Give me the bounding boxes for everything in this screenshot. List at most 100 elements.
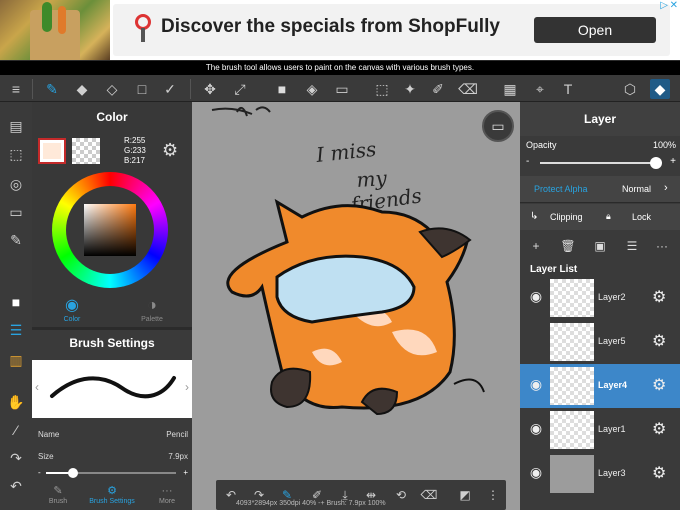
pages-icon[interactable]: ▤ <box>6 116 26 136</box>
tab-palette[interactable]: ◑ Palette <box>112 292 192 327</box>
layer-row[interactable]: ◉ Layer2 ⚙ <box>520 276 680 320</box>
bucket-tool-icon[interactable]: ◈ <box>302 79 322 99</box>
color-panel: Color R:255 G:233 B:217 ⚙ ◉ Color ◑ Pale… <box>32 102 192 327</box>
rotate-icon[interactable]: ⟲ <box>392 486 410 504</box>
canvas-artwork: I miss my friends <box>211 106 485 416</box>
layer-row-selected[interactable]: ◉ Layer4 ⚙ <box>520 364 680 408</box>
select-eraser-icon[interactable]: ⌫ <box>458 79 478 99</box>
opacity-slider[interactable]: - + <box>526 156 676 170</box>
ad-card[interactable]: Discover the specials from ShopFully Ope… <box>113 4 670 56</box>
grid-icon[interactable]: ⋮ <box>484 486 502 504</box>
layer-menu-icon[interactable]: ☰ <box>624 238 640 254</box>
color-wheel[interactable] <box>52 172 168 288</box>
color-panel-icon[interactable]: ■ <box>6 292 26 312</box>
chevron-right-icon[interactable]: › <box>185 380 189 394</box>
layer-row[interactable]: ◉ Layer1 ⚙ <box>520 408 680 452</box>
lock-toggle[interactable]: Lock <box>632 212 651 222</box>
tab-color[interactable]: ◉ Color <box>32 292 112 327</box>
opacity-knob[interactable] <box>650 157 662 169</box>
layer-gear-icon[interactable]: ⚙ <box>652 463 666 483</box>
transform-tool-icon[interactable]: ⤢ <box>230 79 250 99</box>
selection-icon[interactable]: ⬚ <box>6 144 26 164</box>
opacity-minus-icon[interactable]: - <box>526 156 529 167</box>
eye-icon[interactable]: ◉ <box>526 288 546 305</box>
eyedropper-icon[interactable]: ⁄ <box>6 420 26 440</box>
blend-mode-select[interactable]: Normal <box>622 184 651 194</box>
delete-layer-icon[interactable]: 🗑︎ <box>560 238 576 254</box>
layer-gear-icon[interactable]: ⚙ <box>652 419 666 439</box>
layer-gear-icon[interactable]: ⚙ <box>652 331 666 351</box>
brush-stroke-preview: ‹ › <box>32 360 192 418</box>
snap-icon[interactable]: ◎ <box>6 174 26 194</box>
hand-tool-icon[interactable]: ✋ <box>6 392 26 412</box>
eyedropper-tool-icon[interactable]: ⌖ <box>530 79 550 99</box>
select-eraser-icon[interactable]: ⌫ <box>420 486 438 504</box>
sub-color-swatch[interactable] <box>72 138 100 164</box>
eraser-tool-icon[interactable]: ◆ <box>72 79 92 99</box>
selection-tool-icon[interactable]: ⬚ <box>372 79 392 99</box>
ad-close-icon[interactable]: ✕ <box>670 0 678 11</box>
saturation-value-square[interactable] <box>84 204 136 256</box>
layer-gear-icon[interactable]: ⚙ <box>652 287 666 307</box>
ad-banner[interactable]: Discover the specials from ShopFully Ope… <box>0 0 680 60</box>
more-icon[interactable]: ··· <box>654 238 670 254</box>
select-pen-icon[interactable]: ✐ <box>428 79 448 99</box>
fill-color-swatch-icon[interactable]: ■ <box>272 79 292 99</box>
main-color-swatch[interactable] <box>38 138 66 164</box>
layer-gear-icon[interactable]: ⚙ <box>652 375 666 395</box>
add-layer-icon[interactable]: + <box>528 238 544 254</box>
tab-brush[interactable]: ✎ Brush <box>32 484 84 510</box>
eye-icon[interactable]: ◉ <box>526 420 546 437</box>
eye-icon[interactable]: ◉ <box>526 376 546 393</box>
tab-brush-settings[interactable]: ⚙ Brush Settings <box>82 484 142 510</box>
brush-size-slider[interactable]: - + <box>38 468 188 478</box>
magic-wand-tool-icon[interactable]: ✦ <box>400 79 420 99</box>
palette-strip-icon[interactable]: ▥ <box>6 350 26 370</box>
layers-icon[interactable]: ◆ <box>650 79 670 99</box>
left-rail: ▤ ⬚ ◎ ▭ ✎ ■ ☰ ▥ ✋ ⁄ ↷ ↶ <box>0 102 32 510</box>
move-tool-icon[interactable]: ✥ <box>200 79 220 99</box>
frame-divider-tool-icon[interactable]: ▦ <box>500 79 520 99</box>
opacity-row: Opacity 100% <box>526 140 676 150</box>
gradient-tool-icon[interactable]: ▭ <box>332 79 352 99</box>
slider-knob[interactable] <box>68 468 78 478</box>
shape-tool-icon[interactable]: □ <box>132 79 152 99</box>
brush-name-row[interactable]: Name Pencil <box>38 430 188 439</box>
chevron-right-icon[interactable]: › <box>664 182 668 194</box>
ruler-icon[interactable]: ▭ <box>6 202 26 222</box>
duplicate-layer-icon[interactable]: ▣ <box>592 238 608 254</box>
layer-panel-title: Layer <box>520 102 680 136</box>
caption: The brush tool allows users to paint on … <box>0 61 680 75</box>
canvas-reference-button[interactable]: ▭ <box>482 110 514 142</box>
layer-row[interactable]: Layer5 ⚙ <box>520 320 680 364</box>
brush-tool-icon[interactable]: ✎ <box>42 79 62 99</box>
chevron-left-icon[interactable]: ‹ <box>35 380 39 394</box>
color-settings-gear-icon[interactable]: ⚙ <box>162 140 178 161</box>
top-toolbar: ≡ ✎ ◆ ◇ □ ✓ ✥ ⤢ ■ ◈ ▭ ⬚ ✦ ✐ ⌫ ▦ ⌖ T ⬡ ◆ <box>0 75 680 102</box>
opacity-plus-icon[interactable]: + <box>670 156 676 167</box>
protect-alpha-toggle[interactable]: Protect Alpha <box>534 184 588 194</box>
materials-icon[interactable]: ⬡ <box>620 79 640 99</box>
tab-palette-label: Palette <box>141 316 163 323</box>
layer-row[interactable]: ◉ Layer3 ⚙ <box>520 452 680 496</box>
size-plus-icon[interactable]: + <box>183 468 188 477</box>
clipping-toggle[interactable]: Clipping <box>550 212 583 222</box>
hand-brush-icon[interactable]: ✎ <box>6 230 26 250</box>
ad-info-icon[interactable]: ▷ <box>660 0 668 11</box>
ad-title[interactable]: Discover the specials from ShopFully <box>161 16 500 38</box>
text-tool-icon[interactable]: T <box>558 79 578 99</box>
brush-list-icon[interactable]: ☰ <box>6 320 26 340</box>
menu-icon[interactable]: ≡ <box>6 79 26 99</box>
redo-icon[interactable]: ↷ <box>6 448 26 468</box>
blur-eraser-tool-icon[interactable]: ◇ <box>102 79 122 99</box>
ad-image[interactable] <box>0 0 110 60</box>
reference-icon[interactable]: ◩ <box>456 486 474 504</box>
tab-more[interactable]: ··· More <box>142 484 192 510</box>
drawing-canvas[interactable]: I miss my friends ▭ ↶ ↷ ✎ ✐ ⤓ ⇹ ⟲ ⌫ ◩ ⋮ … <box>192 102 520 510</box>
ad-open-button[interactable]: Open <box>534 17 656 43</box>
size-minus-icon[interactable]: - <box>38 468 41 477</box>
eye-icon[interactable]: ◉ <box>526 464 546 481</box>
brush-name-label: Name <box>38 430 60 439</box>
undo-icon[interactable]: ↶ <box>6 476 26 496</box>
select-pen-tool-icon[interactable]: ✓ <box>160 79 180 99</box>
